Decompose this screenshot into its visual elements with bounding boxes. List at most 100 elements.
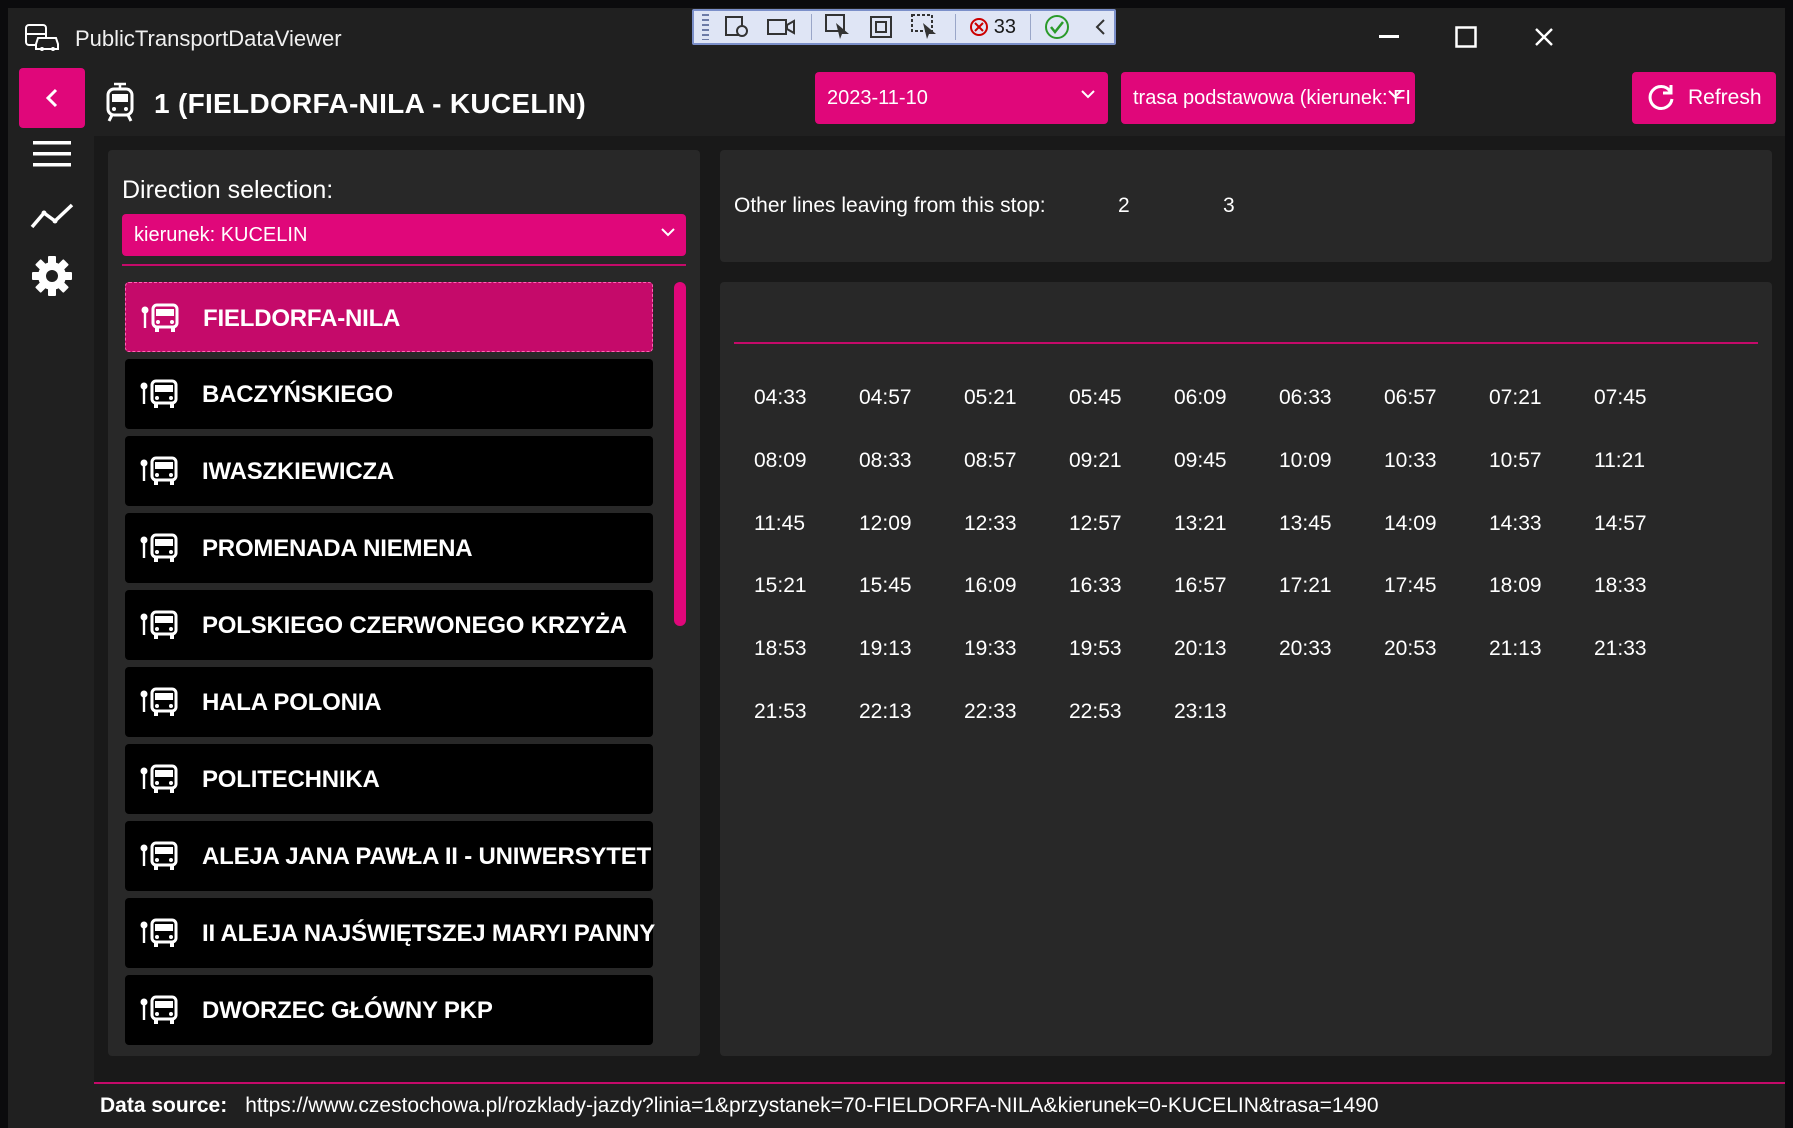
stop-item[interactable]: IWASZKIEWICZA [125,436,653,506]
select-element-button[interactable] [824,13,852,41]
bus-stop-icon [139,917,179,949]
bus-stop-icon [139,455,179,487]
departure-time: 14:09 [1384,511,1437,535]
departure-time: 20:33 [1279,637,1332,661]
maximize-button[interactable] [1438,16,1494,58]
layout-adorner-icon [870,16,893,38]
footer-divider [94,1082,1785,1084]
collapse-toolbar-button[interactable] [1086,13,1114,41]
direction-select[interactable]: kierunek: KUCELIN [122,214,686,256]
chevron-down-icon [1388,90,1402,99]
departure-time: 12:57 [1069,511,1122,535]
departure-time: 14:33 [1489,511,1542,535]
departure-time: 16:33 [1069,574,1122,598]
departure-time: 21:13 [1489,637,1542,661]
other-lines-panel: Other lines leaving from this stop: 2 3 [720,150,1772,262]
departure-time: 05:45 [1069,386,1122,409]
check-circle-icon [1044,15,1069,39]
app-window: PublicTransportDataViewer 33 1 (FIELDORF… [8,8,1785,1128]
departure-time: 19:13 [859,637,912,661]
toolbar-grip[interactable] [702,14,710,40]
departure-time: 06:57 [1384,386,1437,409]
content-area: Direction selection: kierunek: KUCELIN F… [94,136,1785,1082]
minimize-button[interactable] [1361,16,1417,58]
departure-time: 04:57 [859,386,912,409]
chevron-left-icon [1095,19,1105,35]
bus-stop-icon [139,763,179,795]
display-layout-adorners-button[interactable] [867,13,895,41]
stop-name: BACZYŃSKIEGO [202,381,393,408]
departure-time: 14:57 [1594,511,1647,535]
departure-time: 04:33 [754,386,807,409]
departure-time: 16:09 [964,574,1017,598]
binding-failures-counter[interactable]: 33 [968,16,1016,39]
departure-time: 08:33 [859,448,912,472]
data-source-url[interactable]: https://www.czestochowa.pl/rozklady-jazd… [245,1094,1378,1118]
departure-time: 12:09 [859,511,912,535]
departure-time: 13:21 [1174,511,1227,535]
statistics-button[interactable] [28,192,76,240]
departure-time: 21:33 [1594,637,1647,661]
chevron-down-icon [1081,90,1095,99]
departure-time: 10:09 [1279,448,1332,472]
hamburger-menu-icon [33,141,71,167]
stop-item[interactable]: PROMENADA NIEMENA [125,513,653,583]
departure-time: 18:09 [1489,574,1542,598]
record-button[interactable] [766,13,795,41]
hot-reload-status[interactable] [1043,13,1071,41]
refresh-button[interactable]: Refresh [1632,72,1776,124]
departure-time: 17:21 [1279,574,1332,598]
departure-time: 16:57 [1174,574,1227,598]
chevron-left-icon [45,88,58,108]
bus-stop-icon [139,840,179,872]
departure-time: 07:21 [1489,386,1542,409]
minimize-icon [1379,35,1399,38]
stops-scrollbar[interactable] [674,282,686,626]
departure-time: 18:33 [1594,574,1647,598]
departure-time: 23:13 [1174,699,1227,723]
stop-item[interactable]: HALA POLONIA [125,667,653,737]
stop-item[interactable]: DWORZEC GŁÓWNY PKP [125,975,653,1045]
departure-time: 19:33 [964,637,1017,661]
departure-time: 18:53 [754,637,807,661]
departure-time: 22:33 [964,699,1017,723]
app-title: PublicTransportDataViewer [75,26,342,51]
direction-select-value: kierunek: KUCELIN [134,223,308,246]
route-variant-value: trasa podstawowa (kierunek: FI [1133,86,1411,109]
date-select[interactable]: 2023-11-10 [815,72,1108,124]
debug-toolbar: 33 [692,9,1116,45]
stop-item[interactable]: ALEJA JANA PAWŁA II - UNIWERSYTET [125,821,653,891]
refresh-label: Refresh [1688,86,1762,109]
date-select-value: 2023-11-10 [827,86,928,109]
stop-item[interactable]: BACZYŃSKIEGO [125,359,653,429]
settings-button[interactable] [28,252,76,300]
live-visual-tree-button[interactable] [723,13,751,41]
stop-item[interactable]: POLITECHNIKA [125,744,653,814]
track-focus-button[interactable] [910,13,939,41]
route-variant-select[interactable]: trasa podstawowa (kierunek: FI [1121,72,1415,124]
stop-name: ALEJA JANA PAWŁA II - UNIWERSYTET [202,843,651,870]
departure-time: 08:09 [754,448,807,472]
stop-item[interactable]: POLSKIEGO CZERWONEGO KRZYŻA [125,590,653,660]
stop-item[interactable]: FIELDORFA-NILA [125,282,653,352]
back-button[interactable] [19,68,85,128]
camera-icon [766,19,795,35]
other-line-link[interactable]: 2 [1118,194,1130,218]
stop-name: POLSKIEGO CZERWONEGO KRZYŻA [202,612,627,639]
refresh-icon [1648,84,1674,110]
departure-time: 09:21 [1069,448,1122,472]
departure-time: 22:13 [859,699,912,723]
stop-name: POLITECHNIKA [202,766,380,793]
menu-button[interactable] [28,130,76,178]
other-line-link[interactable]: 3 [1223,194,1235,218]
departures-panel: 04:33 04:57 05:21 05:45 06:09 06:33 06:57 07:21… [720,282,1772,1056]
close-button[interactable] [1516,16,1572,58]
departure-time: 07:45 [1594,386,1647,409]
departure-time: 20:53 [1384,637,1437,661]
stops-list: FIELDORFA-NILA BACZYŃSKIEGO IWASZKIEWICZA P… [125,282,655,1052]
bus-stop-icon [139,686,179,718]
departure-time: 19:53 [1069,637,1122,661]
chevron-down-icon [661,228,675,237]
stop-item[interactable]: II ALEJA NAJŚWIĘTSZEJ MARYI PANNY [125,898,655,968]
binding-failures-count: 33 [993,15,1017,38]
